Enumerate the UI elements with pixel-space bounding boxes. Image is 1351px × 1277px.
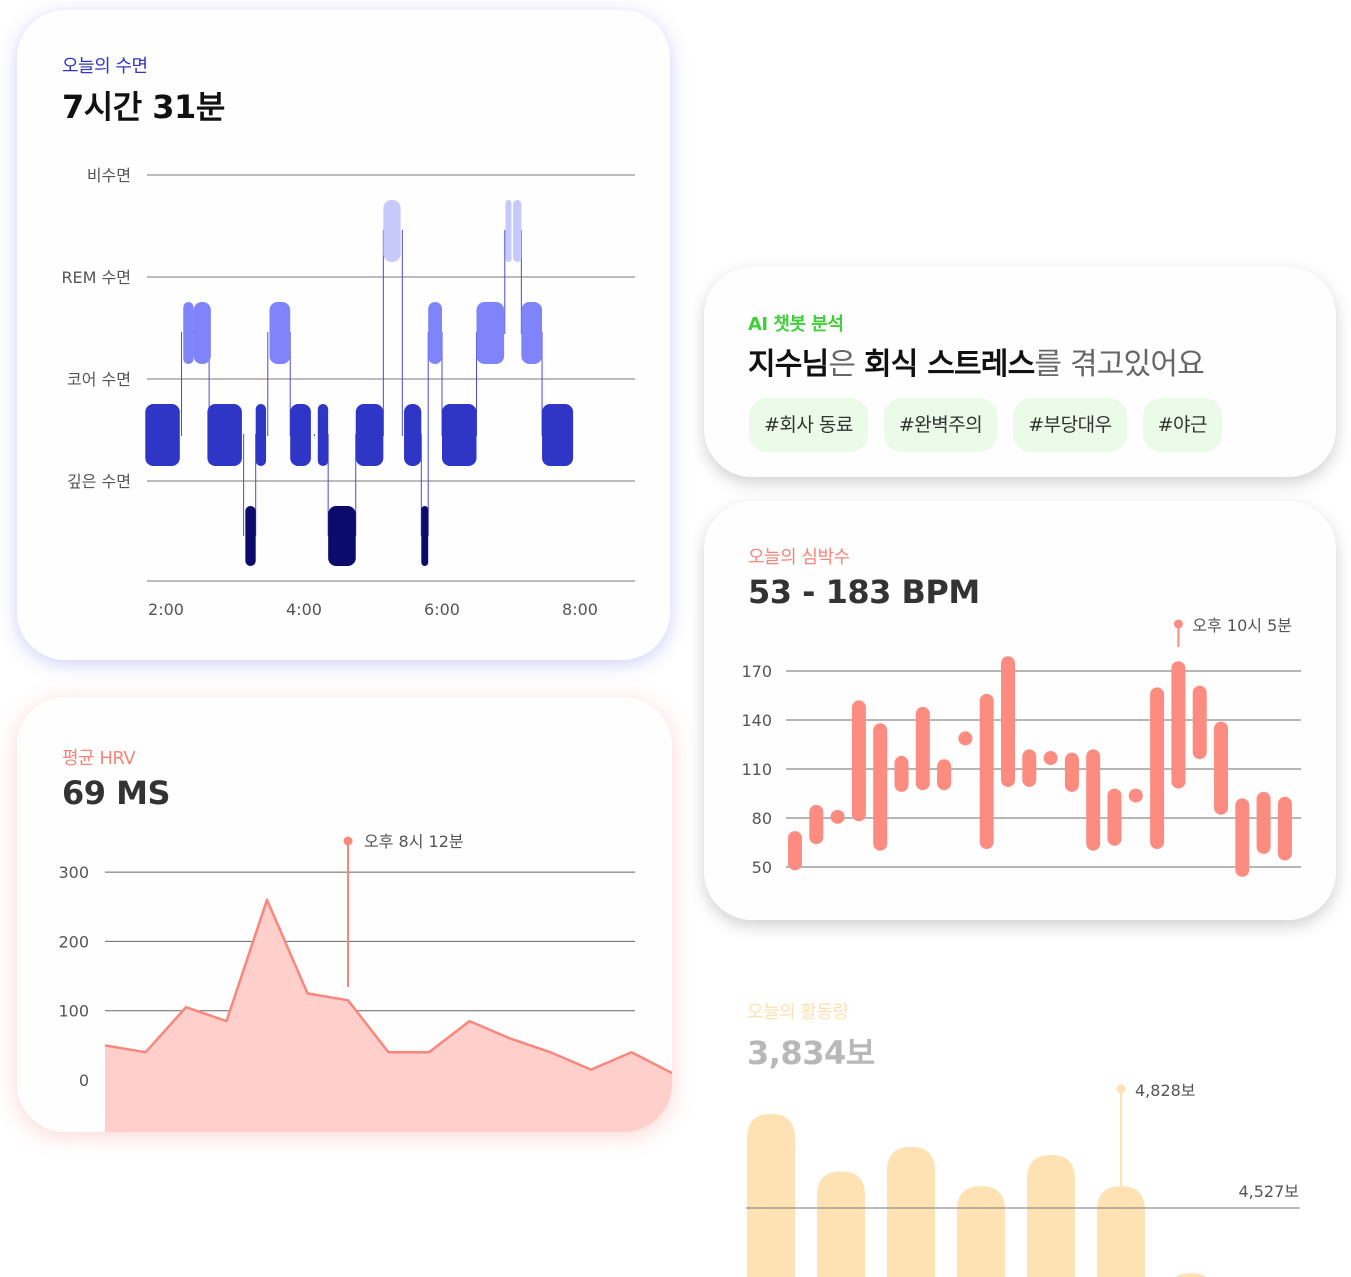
heart-rate-bar [958, 731, 973, 746]
hr-annotation-dot [1173, 619, 1183, 629]
sleep-segment-core [442, 404, 477, 466]
x-tick-label: 8:00 [562, 600, 598, 619]
activity-bar [747, 1114, 795, 1277]
ai-tag-list: #회사 동료 #완벽주의 #부당대우 #야근 [749, 398, 1222, 452]
sleep-segment-rem [193, 302, 211, 364]
sleep-segment-core [404, 404, 422, 466]
sleep-segment-awake [513, 200, 522, 262]
sleep-segment-rem [476, 302, 505, 364]
average-label: 4,527보 [1238, 1182, 1299, 1201]
ai-tag[interactable]: #야근 [1142, 398, 1222, 452]
x-tick-label: 6:00 [424, 600, 460, 619]
activity-card[interactable]: 오늘의 활동량 3,834보 4,527보 4,828보 [704, 960, 1351, 1277]
sleep-segment-rem [521, 302, 543, 364]
activity-bar [817, 1171, 865, 1277]
y-tick-label: 코어 수면 [67, 370, 131, 389]
heart-rate-bar [873, 723, 888, 851]
heart-rate-range-chart: 50 80 110 140 170 오후 10시 5분 [741, 616, 1301, 877]
heart-rate-bar [894, 755, 909, 792]
heart-rate-bar [809, 804, 824, 845]
sleep-segment-rem [428, 302, 442, 364]
x-tick-label: 4:00 [286, 600, 322, 619]
heart-rate-bar [851, 700, 866, 822]
sleep-segment-core [145, 404, 180, 466]
sleep-segment-rem [183, 302, 194, 364]
hrv-annotation-dot [343, 836, 353, 846]
y-tick-label: 110 [741, 760, 772, 779]
sleep-segment-core [290, 404, 311, 466]
ai-headline-topic: 회식 스트레스 [863, 347, 1035, 382]
heart-rate-card[interactable]: 오늘의 심박수 53 - 183 BPM 50 80 110 140 170 오후 10시… [704, 501, 1336, 920]
heart-rate-bar [915, 706, 930, 791]
heart-rate-bar [1043, 751, 1058, 766]
heart-rate-bar [788, 831, 802, 871]
ai-tag[interactable]: #회사 동료 [749, 398, 868, 452]
activity-bar [1167, 1273, 1215, 1277]
heart-rate-bar [830, 809, 845, 824]
sleep-stage-chart: 비수면 REM 수면코어 수면깊은 수면 2:00 4:00 6:00 8:00 [61, 166, 635, 619]
heart-rate-bar [1001, 656, 1015, 787]
heart-rate-bar [1022, 749, 1037, 787]
activity-bar [1027, 1155, 1075, 1277]
y-tick-label: 깊은 수면 [67, 472, 131, 491]
activity-annotation-label: 4,828보 [1135, 1081, 1196, 1100]
y-tick-label: 300 [58, 863, 89, 882]
activity-bar [957, 1186, 1005, 1277]
heart-rate-bar [1064, 752, 1079, 792]
sleep-segment-deep [328, 506, 356, 566]
hrv-card[interactable]: 평균 HRV 69 MS 0 100 200 300 오후 8시 12분 [17, 697, 672, 1132]
hrv-area [105, 899, 672, 1132]
activity-bar [887, 1146, 935, 1277]
x-tick-label: 2:00 [148, 600, 184, 619]
sleep-segment-awake [383, 200, 401, 262]
y-tick-label: 170 [741, 662, 772, 681]
heart-rate-bar [937, 759, 952, 791]
heart-rate-bar [1107, 788, 1122, 846]
ai-card-eyebrow: AI 챗봇 분석 [748, 314, 844, 335]
sleep-segment-core [317, 404, 329, 466]
y-tick-label: REM 수면 [61, 268, 131, 287]
activity-bar [1097, 1186, 1145, 1277]
sleep-segment-core [542, 404, 574, 466]
sleep-segment-core [355, 404, 384, 466]
heart-rate-bar [1192, 685, 1207, 760]
ai-headline-particle-1: 은 [828, 347, 864, 382]
sleep-segment-core [255, 404, 267, 466]
sleep-segment-core [207, 404, 242, 466]
heart-rate-bar [1171, 661, 1186, 789]
hr-annotation-label: 오후 10시 5분 [1192, 616, 1292, 635]
heart-rate-bar [1277, 796, 1292, 861]
hrv-annotation-label: 오후 8시 12분 [364, 832, 464, 851]
y-tick-label: 0 [79, 1071, 89, 1090]
heart-rate-bar [1150, 687, 1165, 850]
sleep-segment-rem [269, 302, 291, 364]
sleep-segment-deep [421, 506, 429, 566]
ai-tag[interactable]: #부당대우 [1013, 398, 1127, 452]
heart-rate-bar [1256, 791, 1271, 854]
activity-annotation-dot [1116, 1084, 1126, 1094]
ai-analysis-card[interactable]: AI 챗봇 분석 지수님은 회식 스트레스를 겪고있어요 #회사 동료 #완벽주… [704, 267, 1336, 477]
ai-headline: 지수님은 회식 스트레스를 겪고있어요 [748, 339, 1205, 383]
hrv-area-chart: 0 100 200 300 오후 8시 12분 [58, 832, 672, 1132]
heart-rate-bar [1214, 721, 1228, 815]
y-tick-label: 80 [752, 809, 772, 828]
heart-rate-bar [1086, 749, 1101, 851]
heart-rate-bar [979, 693, 994, 850]
y-tick-label: 140 [741, 711, 772, 730]
sleep-segment-deep [245, 506, 256, 566]
y-tick-label: 비수면 [87, 166, 131, 185]
heart-rate-bar [1128, 788, 1143, 803]
y-tick-label: 50 [752, 858, 772, 877]
y-tick-label: 100 [58, 1002, 89, 1021]
ai-headline-particle-2: 를 겪고있어요 [1034, 347, 1204, 382]
y-tick-label: 200 [58, 932, 89, 951]
activity-bar-chart: 4,527보 4,828보 [746, 1081, 1300, 1277]
sleep-card[interactable]: 오늘의 수면 7시간 31분 비수면 REM 수면 코어 수면 깊은 수면 2:00 4:… [17, 10, 670, 660]
sleep-segment-awake [505, 200, 512, 262]
ai-headline-name: 지수님 [748, 347, 829, 382]
ai-tag[interactable]: #완벽주의 [883, 398, 998, 452]
heart-rate-bar [1235, 798, 1250, 877]
